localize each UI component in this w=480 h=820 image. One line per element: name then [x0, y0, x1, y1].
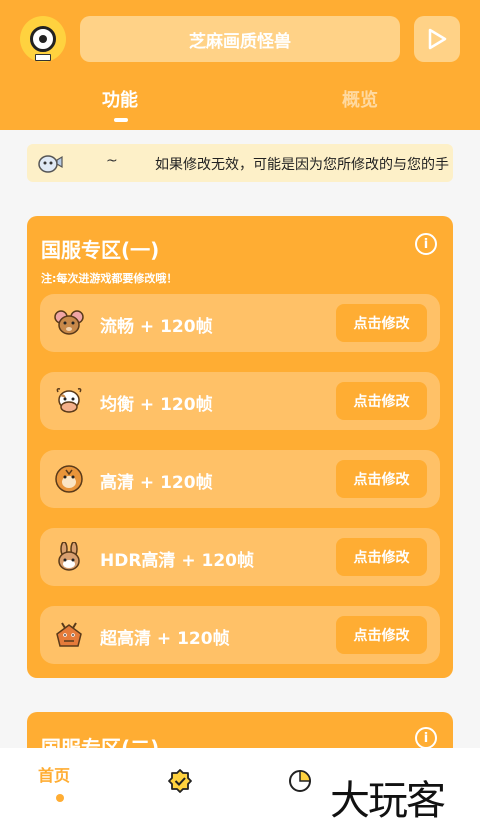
preset-row: HDR高清 + 120帧 点击修改 [40, 528, 440, 586]
verified-badge-icon[interactable] [167, 768, 193, 794]
active-nav-dot [56, 794, 64, 802]
apply-preset-button[interactable]: 点击修改 [336, 538, 427, 576]
preset-label: HDR高清 + 120帧 [100, 551, 254, 571]
watermark: 大玩客 [330, 778, 446, 820]
preset-label: 均衡 + 120帧 [100, 395, 213, 415]
mouse-face-icon [54, 310, 84, 335]
monster-eye-icon [30, 26, 56, 52]
apply-preset-button[interactable]: 点击修改 [336, 382, 427, 420]
nav-home[interactable]: 首页 [38, 762, 70, 786]
play-button[interactable] [414, 16, 460, 62]
preset-row: 高清 + 120帧 点击修改 [40, 450, 440, 508]
tab-overview[interactable]: 概览 [300, 86, 420, 112]
preset-label: 超高清 + 120帧 [100, 629, 230, 649]
preset-label: 高清 + 120帧 [100, 473, 213, 493]
dragon-face-icon [56, 622, 82, 647]
pie-chart-icon[interactable] [287, 768, 313, 794]
rabbit-face-icon [58, 542, 80, 571]
notice-text: 如果修改无效，可能是因为您所修改的与您的手 [155, 157, 449, 173]
apply-preset-button[interactable]: 点击修改 [336, 304, 427, 342]
preset-row: 超高清 + 120帧 点击修改 [40, 606, 440, 664]
tab-functions[interactable]: 功能 [60, 86, 180, 112]
info-icon[interactable]: i [415, 727, 437, 749]
active-tab-indicator [114, 118, 128, 122]
header: 芝麻画质怪兽 功能 概览 [0, 0, 480, 130]
notice-prefix: ~ [106, 153, 118, 169]
tiger-face-icon [55, 465, 83, 493]
section-note: 注:每次进游戏都要修改哦！ [41, 272, 178, 285]
info-icon[interactable]: i [415, 233, 437, 255]
section-card: 国服专区(一) i 注:每次进游戏都要修改哦！ 流畅 + 120帧 点击修改 均… [27, 216, 453, 678]
logo-tag [35, 54, 51, 61]
bottom-nav: 首页 大玩客 [0, 748, 480, 820]
app-logo-avatar[interactable] [20, 16, 66, 62]
apply-preset-button[interactable]: 点击修改 [336, 460, 427, 498]
cow-face-icon [56, 388, 82, 413]
play-icon [428, 28, 447, 50]
announcement-mascot-icon [38, 155, 63, 173]
preset-row: 均衡 + 120帧 点击修改 [40, 372, 440, 430]
notice-banner[interactable]: ~ 如果修改无效，可能是因为您所修改的与您的手 [27, 144, 453, 182]
apply-preset-button[interactable]: 点击修改 [336, 616, 427, 654]
app-title[interactable]: 芝麻画质怪兽 [80, 16, 400, 62]
preset-row: 流畅 + 120帧 点击修改 [40, 294, 440, 352]
section-title: 国服专区(一) [41, 238, 160, 262]
preset-label: 流畅 + 120帧 [100, 317, 213, 337]
